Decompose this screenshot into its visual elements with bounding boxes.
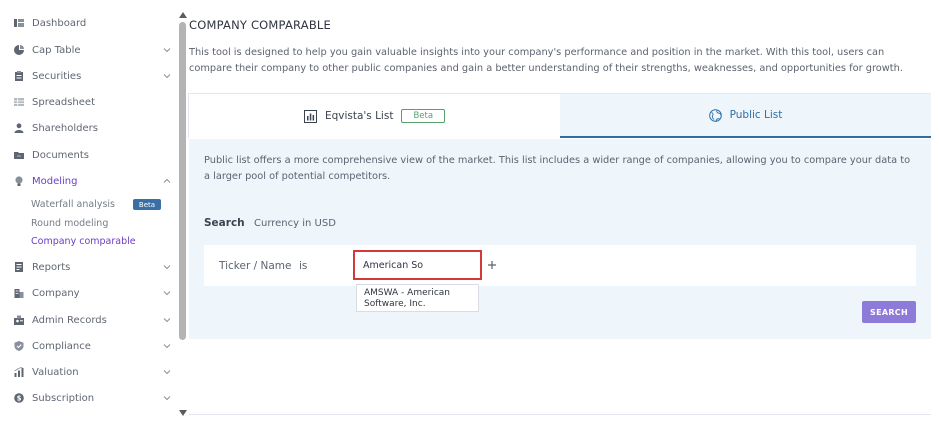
sidebar-item-label: Modeling <box>32 175 78 187</box>
sidebar-item-cap-table[interactable]: Cap Table <box>0 40 178 60</box>
folder-icon <box>14 150 24 160</box>
reports-icon <box>14 262 24 272</box>
sidebar-subitem-waterfall[interactable]: Waterfall analysis <box>31 199 115 210</box>
sidebar-item-admin-records[interactable]: Admin Records <box>0 310 178 330</box>
building-icon <box>14 288 24 298</box>
spreadsheet-icon <box>14 97 24 107</box>
scrollbar-thumb[interactable] <box>179 22 186 340</box>
sidebar-item-modeling[interactable]: Modeling <box>0 171 178 191</box>
dashboard-icon <box>14 18 24 28</box>
sidebar-item-label: Compliance <box>32 340 91 352</box>
page-title: COMPANY COMPARABLE <box>189 18 331 32</box>
chevron-down-icon <box>163 344 171 349</box>
sidebar-item-shareholders[interactable]: Shareholders <box>0 118 178 138</box>
admin-icon <box>14 315 24 325</box>
sidebar: Dashboard Cap Table Securities Spreadshe… <box>0 0 178 425</box>
currency-label: Currency in USD <box>254 218 336 229</box>
chevron-down-icon <box>163 74 171 79</box>
valuation-icon <box>14 367 24 377</box>
chevron-down-icon <box>163 48 171 53</box>
clipboard-icon <box>14 71 24 81</box>
sidebar-item-securities[interactable]: Securities <box>0 66 178 86</box>
sidebar-item-label: Valuation <box>32 366 79 378</box>
plus-icon[interactable] <box>487 260 497 270</box>
panel-description: Public list offers a more comprehensive … <box>204 155 911 182</box>
sidebar-item-label: Dashboard <box>32 17 87 29</box>
shield-check-icon <box>14 341 24 351</box>
sidebar-item-valuation[interactable]: Valuation <box>0 362 178 382</box>
chevron-down-icon <box>163 318 171 323</box>
sidebar-item-company[interactable]: Company <box>0 283 178 303</box>
sidebar-item-dashboard[interactable]: Dashboard <box>0 13 178 33</box>
sidebar-item-label: Securities <box>32 70 82 82</box>
sidebar-item-documents[interactable]: Documents <box>0 145 178 165</box>
ticker-name-label: Ticker / Name <box>219 260 292 272</box>
tab-public-list[interactable]: Public List <box>560 94 931 138</box>
tab-eqvista-list[interactable]: Eqvista's List Beta <box>189 94 560 138</box>
pie-chart-icon <box>14 45 24 55</box>
search-heading: Search <box>204 217 245 229</box>
sidebar-item-reports[interactable]: Reports <box>0 257 178 277</box>
sidebar-item-label: Spreadsheet <box>32 96 95 108</box>
chevron-down-icon <box>163 265 171 270</box>
sidebar-item-compliance[interactable]: Compliance <box>0 336 178 356</box>
beta-badge: Beta <box>401 109 446 123</box>
sidebar-item-label: Cap Table <box>32 44 81 56</box>
sidebar-item-label: Admin Records <box>32 314 107 326</box>
sidebar-item-label: Subscription <box>32 392 95 404</box>
chevron-down-icon <box>163 396 171 401</box>
ticker-search-input[interactable] <box>353 250 482 280</box>
sidebar-item-label: Company <box>32 287 80 299</box>
dollar-icon: $ <box>14 393 24 403</box>
tab-bar: Eqvista's List Beta Public List <box>188 93 931 138</box>
public-list-panel: Public list offers a more comprehensive … <box>189 139 931 339</box>
globe-icon <box>708 108 722 122</box>
autocomplete-suggestion[interactable]: AMSWA - American Software, Inc. <box>356 284 479 312</box>
bar-chart-icon <box>303 109 317 123</box>
filter-row: Ticker / Name is <box>204 245 916 286</box>
sidebar-subitem-round-modeling[interactable]: Round modeling <box>31 218 108 229</box>
sidebar-item-spreadsheet[interactable]: Spreadsheet <box>0 92 178 112</box>
search-button[interactable]: SEARCH <box>862 301 916 323</box>
lightbulb-icon <box>14 176 24 186</box>
chevron-up-icon <box>163 178 171 183</box>
sidebar-item-label: Reports <box>32 261 71 273</box>
sidebar-item-subscription[interactable]: $ Subscription <box>0 388 178 408</box>
tab-label: Public List <box>729 109 783 121</box>
chevron-down-icon <box>163 291 171 296</box>
operator-label: is <box>299 260 308 272</box>
chevron-down-icon <box>163 370 171 375</box>
divider <box>189 414 931 415</box>
beta-badge: Beta <box>133 199 161 210</box>
scroll-up-arrow[interactable] <box>179 12 187 18</box>
sidebar-item-label: Shareholders <box>32 122 98 134</box>
sidebar-subitem-company-comparable[interactable]: Company comparable <box>31 236 136 247</box>
svg-text:$: $ <box>17 395 22 403</box>
scroll-down-arrow[interactable] <box>179 410 187 416</box>
tab-label: Eqvista's List <box>324 110 394 122</box>
person-icon <box>14 123 24 133</box>
page-description: This tool is designed to help you gain v… <box>189 47 903 74</box>
sidebar-item-label: Documents <box>32 149 90 161</box>
